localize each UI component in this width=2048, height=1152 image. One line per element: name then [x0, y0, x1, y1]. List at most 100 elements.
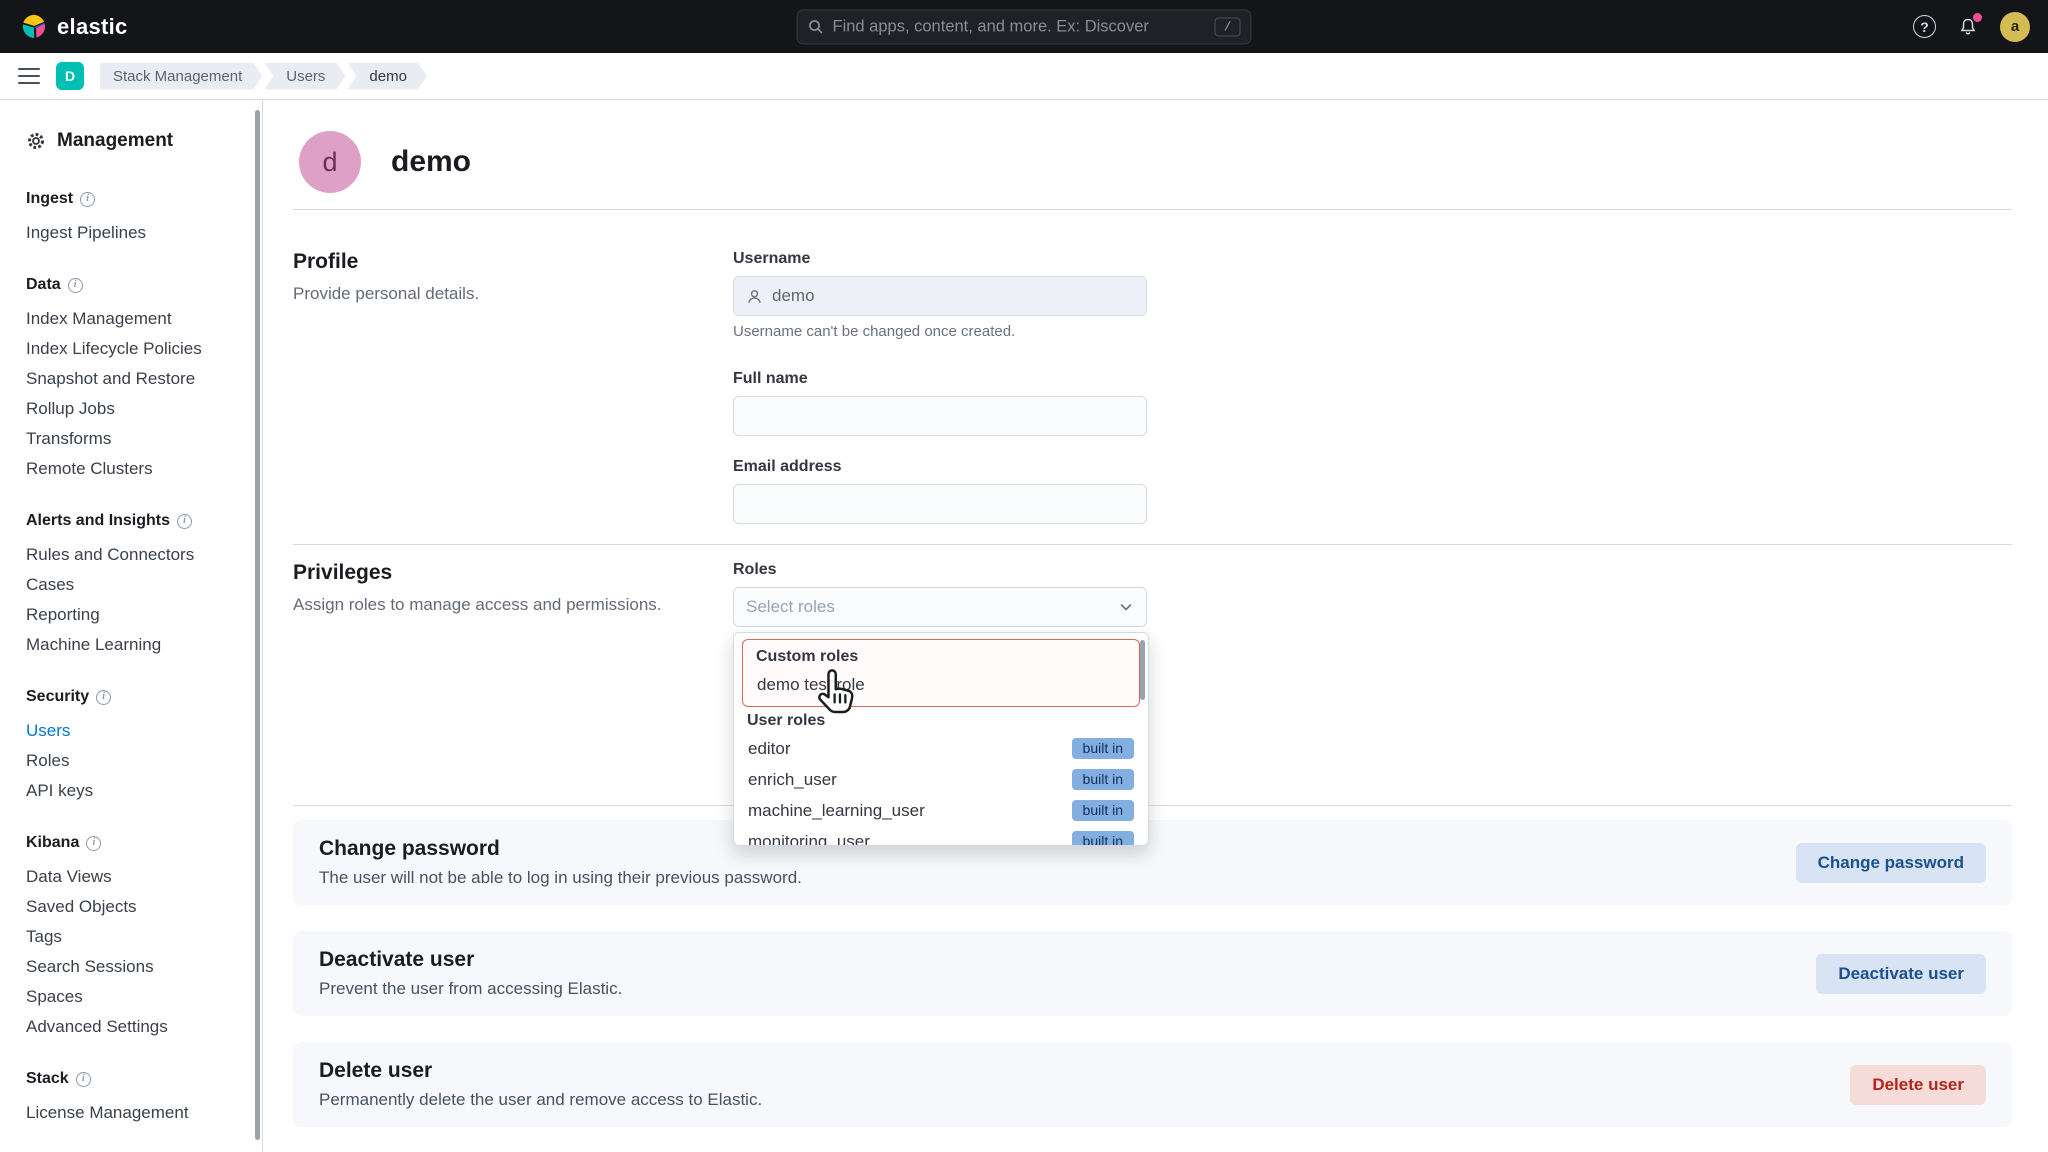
- role-option-monitoring-user[interactable]: monitoring_user built in: [734, 826, 1148, 846]
- sidebar-title-label: Management: [57, 130, 173, 152]
- sidebar-title: Management: [26, 130, 262, 152]
- sidebar-item-index-management[interactable]: Index Management: [26, 304, 262, 334]
- section-label-stack: Stack: [26, 1066, 69, 1092]
- username-field: [733, 276, 1147, 316]
- roles-label: Roles: [733, 561, 2012, 579]
- info-icon[interactable]: i: [177, 514, 192, 529]
- info-icon[interactable]: i: [68, 278, 83, 293]
- section-label-data: Data: [26, 272, 61, 298]
- sidebar-item-api-keys[interactable]: API keys: [26, 776, 262, 806]
- breadcrumb-stack-management[interactable]: Stack Management: [100, 63, 262, 90]
- global-search[interactable]: /: [797, 9, 1252, 44]
- search-icon: [808, 19, 824, 35]
- sidebar-item-rules-and-connectors[interactable]: Rules and Connectors: [26, 540, 262, 570]
- sidebar-item-reporting[interactable]: Reporting: [26, 600, 262, 630]
- sidebar-item-cases[interactable]: Cases: [26, 570, 262, 600]
- delete-user-panel: Delete user Permanently delete the user …: [293, 1042, 2012, 1127]
- deactivate-user-description: Prevent the user from accessing Elastic.: [319, 979, 622, 999]
- section-label-kibana: Kibana: [26, 830, 79, 856]
- username-label: Username: [733, 250, 1147, 268]
- info-icon[interactable]: i: [86, 836, 101, 851]
- sidebar-item-spaces[interactable]: Spaces: [26, 982, 262, 1012]
- sidebar-item-search-sessions[interactable]: Search Sessions: [26, 952, 262, 982]
- sidebar-item-transforms[interactable]: Transforms: [26, 424, 262, 454]
- sidebar-item-ingest-pipelines[interactable]: Ingest Pipelines: [26, 218, 262, 248]
- notifications-bell-icon[interactable]: [1956, 15, 1980, 39]
- sidebar-item-data-views[interactable]: Data Views: [26, 862, 262, 892]
- roles-combobox[interactable]: Select roles: [733, 587, 1147, 627]
- role-option-enrich-user[interactable]: enrich_user built in: [734, 764, 1148, 795]
- built-in-badge: built in: [1072, 769, 1134, 791]
- sidebar-section-stack: Stack i License Management: [26, 1066, 262, 1128]
- page-title: demo: [391, 145, 471, 179]
- elastic-brand[interactable]: elastic: [20, 13, 128, 40]
- sidebar-item-advanced-settings[interactable]: Advanced Settings: [26, 1012, 262, 1042]
- sidebar-item-license-management[interactable]: License Management: [26, 1098, 262, 1128]
- role-option-editor[interactable]: editor built in: [734, 733, 1148, 764]
- sidebar-item-index-lifecycle-policies[interactable]: Index Lifecycle Policies: [26, 334, 262, 364]
- menu-hamburger-icon[interactable]: [18, 68, 40, 84]
- sidebar-item-snapshot-and-restore[interactable]: Snapshot and Restore: [26, 364, 262, 394]
- role-option-label: editor: [748, 739, 791, 759]
- sidebar-item-tags[interactable]: Tags: [26, 922, 262, 952]
- elastic-logo-icon: [20, 13, 47, 40]
- deactivate-user-heading: Deactivate user: [319, 948, 622, 972]
- delete-user-description: Permanently delete the user and remove a…: [319, 1090, 762, 1110]
- notification-dot: [1973, 13, 1982, 22]
- brand-name: elastic: [57, 14, 128, 40]
- sidebar-item-machine-learning[interactable]: Machine Learning: [26, 630, 262, 660]
- change-password-description: The user will not be able to log in usin…: [319, 868, 802, 888]
- change-password-heading: Change password: [319, 837, 802, 861]
- custom-roles-group-label: Custom roles: [743, 645, 1139, 669]
- user-roles-group-label: User roles: [734, 709, 1148, 733]
- sidebar-item-users[interactable]: Users: [26, 716, 262, 746]
- sidebar-scrollbar[interactable]: [255, 110, 260, 1140]
- section-label-security: Security: [26, 684, 89, 710]
- help-icon[interactable]: ?: [1913, 15, 1936, 38]
- user-icon: [746, 288, 763, 305]
- change-password-panel: Change password The user will not be abl…: [293, 820, 2012, 905]
- space-avatar[interactable]: D: [56, 62, 84, 90]
- chevron-down-icon: [1118, 599, 1134, 615]
- sidebar-section-alerts: Alerts and Insights i Rules and Connecto…: [26, 508, 262, 660]
- delete-user-heading: Delete user: [319, 1059, 762, 1083]
- privileges-heading: Privileges: [293, 561, 733, 585]
- role-option-label: monitoring_user: [748, 832, 870, 847]
- user-detail-page: d demo Profile Provide personal details.…: [263, 100, 2048, 1152]
- search-shortcut-key: /: [1215, 17, 1241, 36]
- info-icon[interactable]: i: [80, 192, 95, 207]
- role-option-label: enrich_user: [748, 770, 837, 790]
- privileges-section: Privileges Assign roles to manage access…: [293, 545, 2012, 805]
- profile-description: Provide personal details.: [293, 284, 733, 304]
- user-avatar-menu[interactable]: a: [2000, 12, 2030, 42]
- full-name-input[interactable]: [733, 396, 1147, 436]
- sidebar-section-kibana: Kibana i Data Views Saved Objects Tags S…: [26, 830, 262, 1042]
- role-option-machine-learning-user[interactable]: machine_learning_user built in: [734, 795, 1148, 826]
- sidebar-section-data: Data i Index Management Index Lifecycle …: [26, 272, 262, 484]
- change-password-button[interactable]: Change password: [1796, 843, 1986, 883]
- info-icon[interactable]: i: [96, 690, 111, 705]
- email-label: Email address: [733, 458, 1147, 476]
- deactivate-user-button[interactable]: Deactivate user: [1816, 954, 1986, 994]
- sidebar-item-saved-objects[interactable]: Saved Objects: [26, 892, 262, 922]
- top-navigation-bar: elastic / ? a: [0, 0, 2048, 53]
- custom-roles-group: Custom roles demo test role: [742, 639, 1140, 707]
- delete-user-button[interactable]: Delete user: [1850, 1065, 1986, 1105]
- section-label-alerts-and-insights: Alerts and Insights: [26, 508, 170, 534]
- sidebar-item-rollup-jobs[interactable]: Rollup Jobs: [26, 394, 262, 424]
- username-help-text: Username can't be changed once created.: [733, 323, 1147, 340]
- management-sidebar: Management Ingest i Ingest Pipelines Dat…: [0, 100, 263, 1152]
- sidebar-item-remote-clusters[interactable]: Remote Clusters: [26, 454, 262, 484]
- dropdown-scrollbar[interactable]: [1140, 640, 1145, 700]
- breadcrumb-users[interactable]: Users: [264, 63, 345, 90]
- profile-section: Profile Provide personal details. Userna…: [293, 210, 2012, 544]
- section-label-ingest: Ingest: [26, 186, 73, 212]
- email-input[interactable]: [733, 484, 1147, 524]
- sidebar-item-roles[interactable]: Roles: [26, 746, 262, 776]
- search-input[interactable]: [833, 17, 1206, 36]
- privileges-description: Assign roles to manage access and permis…: [293, 595, 733, 615]
- built-in-badge: built in: [1072, 800, 1134, 822]
- info-icon[interactable]: i: [76, 1072, 91, 1087]
- role-option-demo-test-role[interactable]: demo test role: [743, 669, 1139, 700]
- divider: [293, 805, 2012, 806]
